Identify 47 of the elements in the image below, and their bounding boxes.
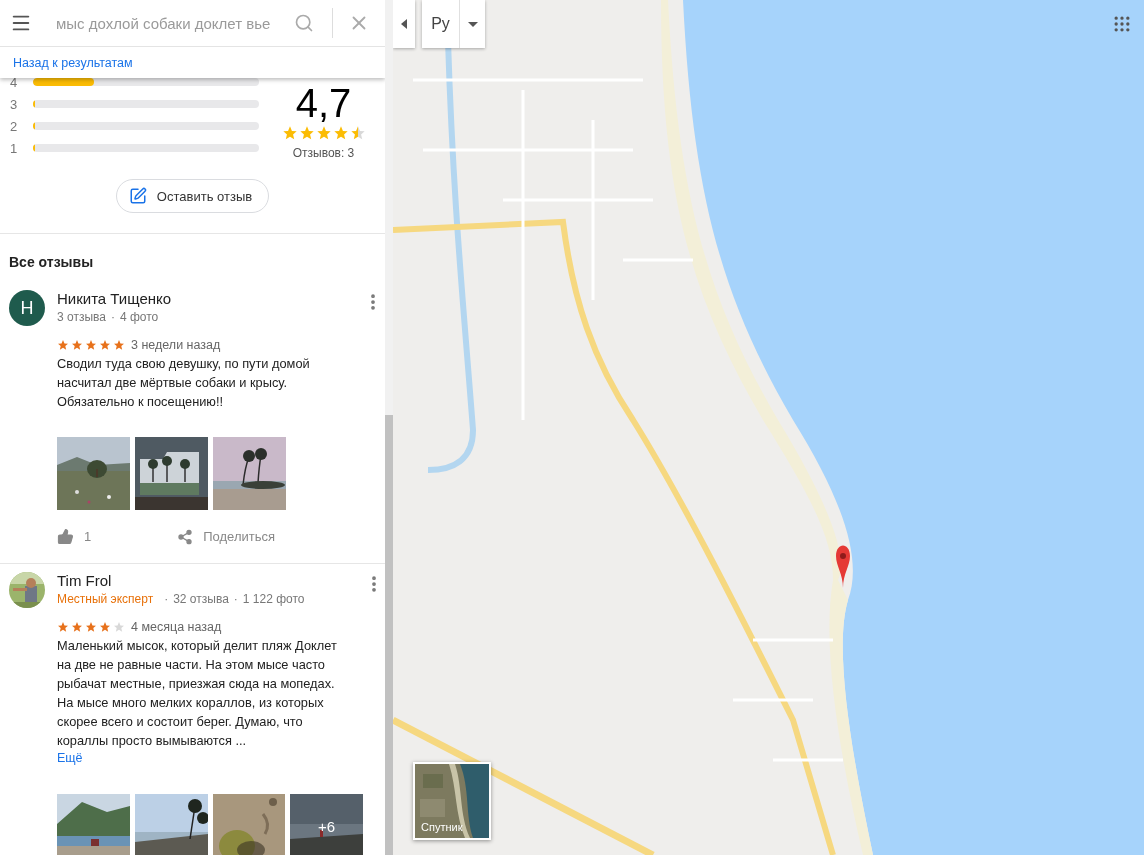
thumbs-up-icon: [57, 528, 74, 545]
separator-dot: ·: [110, 309, 115, 326]
review-text: Сводил туда свою девушку, по пути домой насчитал две мёртвые собаки и крысу. Обязательно к посещению!!: [57, 355, 311, 411]
star-icon: [99, 339, 111, 351]
reviewer-stats: 4 фото: [119, 309, 159, 326]
review-date: 4 месяца назад: [131, 620, 222, 634]
review-count: Отзывов: 3: [292, 146, 355, 160]
star-icon: [85, 621, 97, 633]
like-button[interactable]: 1: [57, 528, 92, 545]
review-text: Маленький мысок, который делит пляж Доклет на две не равные части. На этом мысе часто рыбачат местные, приезжая сюда на мопедах. На мысе много мелких кораллов, из которых скорее всего и состоит берег. Думаю, что кораллы просто вымываются ...: [57, 637, 338, 750]
star-icon: [85, 339, 97, 351]
separator-dot: ·: [233, 591, 238, 608]
star-icon: [298, 125, 315, 141]
scrollbar[interactable]: [385, 0, 393, 855]
avatar: Н: [9, 290, 45, 326]
star-level-label: 3: [9, 96, 19, 112]
reviewer-name[interactable]: Никита Тищенко: [57, 290, 362, 308]
review-date: 3 недели назад: [131, 338, 221, 352]
average-rating: 4,7: [295, 83, 352, 123]
star-icon: [71, 339, 83, 351]
reviewer-stats: 1 122 фото: [242, 591, 305, 608]
star-icon: [113, 621, 125, 633]
share-button[interactable]: Поделиться: [177, 528, 276, 545]
separator-dot: ·: [164, 591, 169, 608]
star-level-label: 4: [9, 74, 19, 90]
more-link[interactable]: Ещё: [57, 751, 363, 765]
reviewer-stats: 32 отзыва: [173, 591, 229, 608]
star-icon: [71, 621, 83, 633]
star-icon: [349, 125, 366, 141]
star-icon: [315, 125, 332, 141]
star-icon: [57, 621, 69, 633]
write-review-button[interactable]: Оставить отзыв: [115, 179, 270, 213]
star-icon: [332, 125, 349, 141]
star-level-label: 2: [9, 118, 19, 134]
star-level-label: 1: [9, 140, 19, 156]
section-heading: Все отзывы: [8, 253, 95, 272]
star-icon: [281, 125, 298, 141]
share-icon: [177, 528, 194, 545]
star-icon: [57, 339, 69, 351]
local-guide-label: Местный эксперт: [57, 591, 154, 608]
star-icon: [113, 339, 125, 351]
search-field[interactable]: мыс дохлой собаки доклет вье: [56, 14, 282, 32]
reviewer-name[interactable]: Tim Frol: [57, 572, 363, 590]
pen-icon: [128, 187, 147, 205]
star-icon: [99, 621, 111, 633]
reviewer-stats: 3 отзыва: [57, 309, 106, 326]
back-to-results-link[interactable]: Назад к результатам: [13, 56, 133, 70]
